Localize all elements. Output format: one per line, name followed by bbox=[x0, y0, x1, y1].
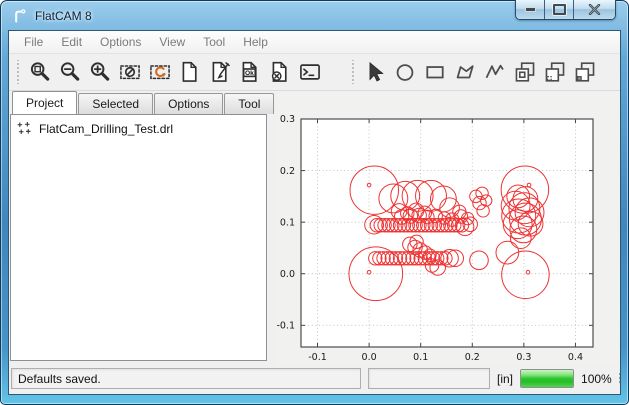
svg-text:0.1: 0.1 bbox=[413, 352, 428, 363]
flatcam-logo-icon bbox=[12, 8, 28, 24]
svg-text:0.0: 0.0 bbox=[362, 352, 377, 363]
move-objects-button[interactable] bbox=[540, 57, 570, 87]
client-area: FileEditOptionsViewToolHelp Ok ProjectSe… bbox=[8, 30, 621, 395]
progress-percent-label: 100% bbox=[581, 372, 612, 386]
zoom-in-icon bbox=[89, 61, 111, 83]
svg-text:Ok: Ok bbox=[245, 70, 254, 77]
units-indicator: [in] bbox=[497, 372, 513, 386]
menu-bar: FileEditOptionsViewToolHelp bbox=[9, 31, 620, 54]
delete-file-icon bbox=[269, 61, 291, 83]
edit-file-icon bbox=[209, 61, 231, 83]
svg-text:0.0: 0.0 bbox=[280, 269, 295, 280]
toolbar-drag-handle[interactable] bbox=[351, 60, 355, 84]
svg-text:0.4: 0.4 bbox=[568, 352, 583, 363]
menu-options[interactable]: Options bbox=[91, 32, 150, 52]
status-field-secondary bbox=[368, 368, 490, 389]
toolbar: Ok bbox=[9, 54, 620, 91]
svg-text:0.2: 0.2 bbox=[280, 166, 295, 177]
close-icon bbox=[588, 4, 601, 15]
delete-file-button[interactable] bbox=[265, 57, 295, 87]
panel-splitter[interactable] bbox=[270, 91, 277, 365]
zoom-fit-icon bbox=[29, 61, 51, 83]
move-objects-icon bbox=[544, 61, 566, 83]
tab-tool[interactable]: Tool bbox=[224, 93, 274, 114]
svg-text:0.1: 0.1 bbox=[280, 217, 295, 228]
pointer-icon bbox=[364, 61, 386, 83]
zoom-out-icon bbox=[59, 61, 81, 83]
toolbar-drag-handle[interactable] bbox=[16, 60, 20, 84]
shell-button[interactable] bbox=[295, 57, 325, 87]
clear-plot-button[interactable] bbox=[115, 57, 145, 87]
draw-polygon-button[interactable] bbox=[450, 57, 480, 87]
svg-text:-0.1: -0.1 bbox=[277, 321, 295, 332]
status-message: Defaults saved. bbox=[11, 368, 361, 389]
tab-options[interactable]: Options bbox=[154, 93, 223, 114]
left-panel: ProjectSelectedOptionsTool FlatCam_Drill… bbox=[9, 91, 270, 365]
copy-objects-button[interactable] bbox=[510, 57, 540, 87]
ok-file-button[interactable]: Ok bbox=[235, 57, 265, 87]
replot-button[interactable] bbox=[145, 57, 175, 87]
pointer-button[interactable] bbox=[360, 57, 390, 87]
draw-rectangle-button[interactable] bbox=[420, 57, 450, 87]
maximize-icon bbox=[553, 4, 566, 15]
drill-preview-plot[interactable]: -0.1 0.0 0.1 0.2 0.3 0.4 -0.1 0.0 0.1 0.2 0.3 bbox=[277, 91, 620, 365]
zoom-fit-button[interactable] bbox=[25, 57, 55, 87]
menu-file[interactable]: File bbox=[15, 32, 52, 52]
progress-fill bbox=[521, 370, 573, 387]
svg-text:-0.1: -0.1 bbox=[308, 352, 327, 363]
ok-file-icon: Ok bbox=[239, 61, 261, 83]
menu-help[interactable]: Help bbox=[234, 32, 277, 52]
app-window: FlatCAM 8 FileEditOptionsViewToolHelp Ok… bbox=[0, 0, 629, 405]
zoom-out-button[interactable] bbox=[55, 57, 85, 87]
new-file-button[interactable] bbox=[175, 57, 205, 87]
svg-text:0.2: 0.2 bbox=[465, 352, 480, 363]
draw-rectangle-icon bbox=[424, 61, 446, 83]
maximize-button[interactable] bbox=[545, 0, 574, 19]
resize-grip-icon[interactable] bbox=[619, 373, 621, 384]
edit-file-button[interactable] bbox=[205, 57, 235, 87]
tab-selected[interactable]: Selected bbox=[78, 93, 153, 114]
plot-canvas[interactable]: -0.1 0.0 0.1 0.2 0.3 0.4 -0.1 0.0 0.1 0.2 0.3 bbox=[277, 91, 620, 365]
draw-polygon-icon bbox=[454, 61, 476, 83]
tree-item-label: FlatCam_Drilling_Test.drl bbox=[39, 122, 173, 136]
minimize-button[interactable] bbox=[516, 0, 545, 19]
svg-text:0.3: 0.3 bbox=[516, 352, 531, 363]
menu-view[interactable]: View bbox=[150, 32, 194, 52]
duplicate-objects-button[interactable] bbox=[570, 57, 600, 87]
new-file-icon bbox=[179, 61, 201, 83]
replot-icon bbox=[149, 61, 171, 83]
draw-polyline-icon bbox=[484, 61, 506, 83]
titlebar[interactable]: FlatCAM 8 bbox=[1, 1, 628, 30]
window-title: FlatCAM 8 bbox=[35, 9, 92, 23]
drill-object-icon bbox=[17, 121, 32, 136]
minimize-icon bbox=[525, 7, 536, 12]
copy-objects-icon bbox=[514, 61, 536, 83]
project-tree[interactable]: FlatCam_Drilling_Test.drl bbox=[10, 114, 267, 361]
zoom-in-button[interactable] bbox=[85, 57, 115, 87]
tree-item-drill-file[interactable]: FlatCam_Drilling_Test.drl bbox=[13, 119, 264, 138]
caption-buttons bbox=[515, 0, 616, 20]
progress-bar bbox=[520, 369, 574, 388]
menu-edit[interactable]: Edit bbox=[52, 32, 91, 52]
status-bar: Defaults saved. [in] 100% bbox=[9, 365, 620, 394]
shell-icon bbox=[299, 61, 321, 83]
draw-circle-button[interactable] bbox=[390, 57, 420, 87]
draw-polyline-button[interactable] bbox=[480, 57, 510, 87]
close-button[interactable] bbox=[574, 0, 615, 19]
duplicate-objects-icon bbox=[574, 61, 596, 83]
menu-tool[interactable]: Tool bbox=[194, 32, 234, 52]
svg-text:0.3: 0.3 bbox=[280, 114, 295, 125]
main-area: ProjectSelectedOptionsTool FlatCam_Drill… bbox=[9, 91, 620, 365]
tab-project[interactable]: Project bbox=[12, 91, 77, 114]
clear-plot-icon bbox=[119, 61, 141, 83]
tab-bar: ProjectSelectedOptionsTool bbox=[10, 93, 270, 114]
draw-circle-icon bbox=[394, 61, 416, 83]
